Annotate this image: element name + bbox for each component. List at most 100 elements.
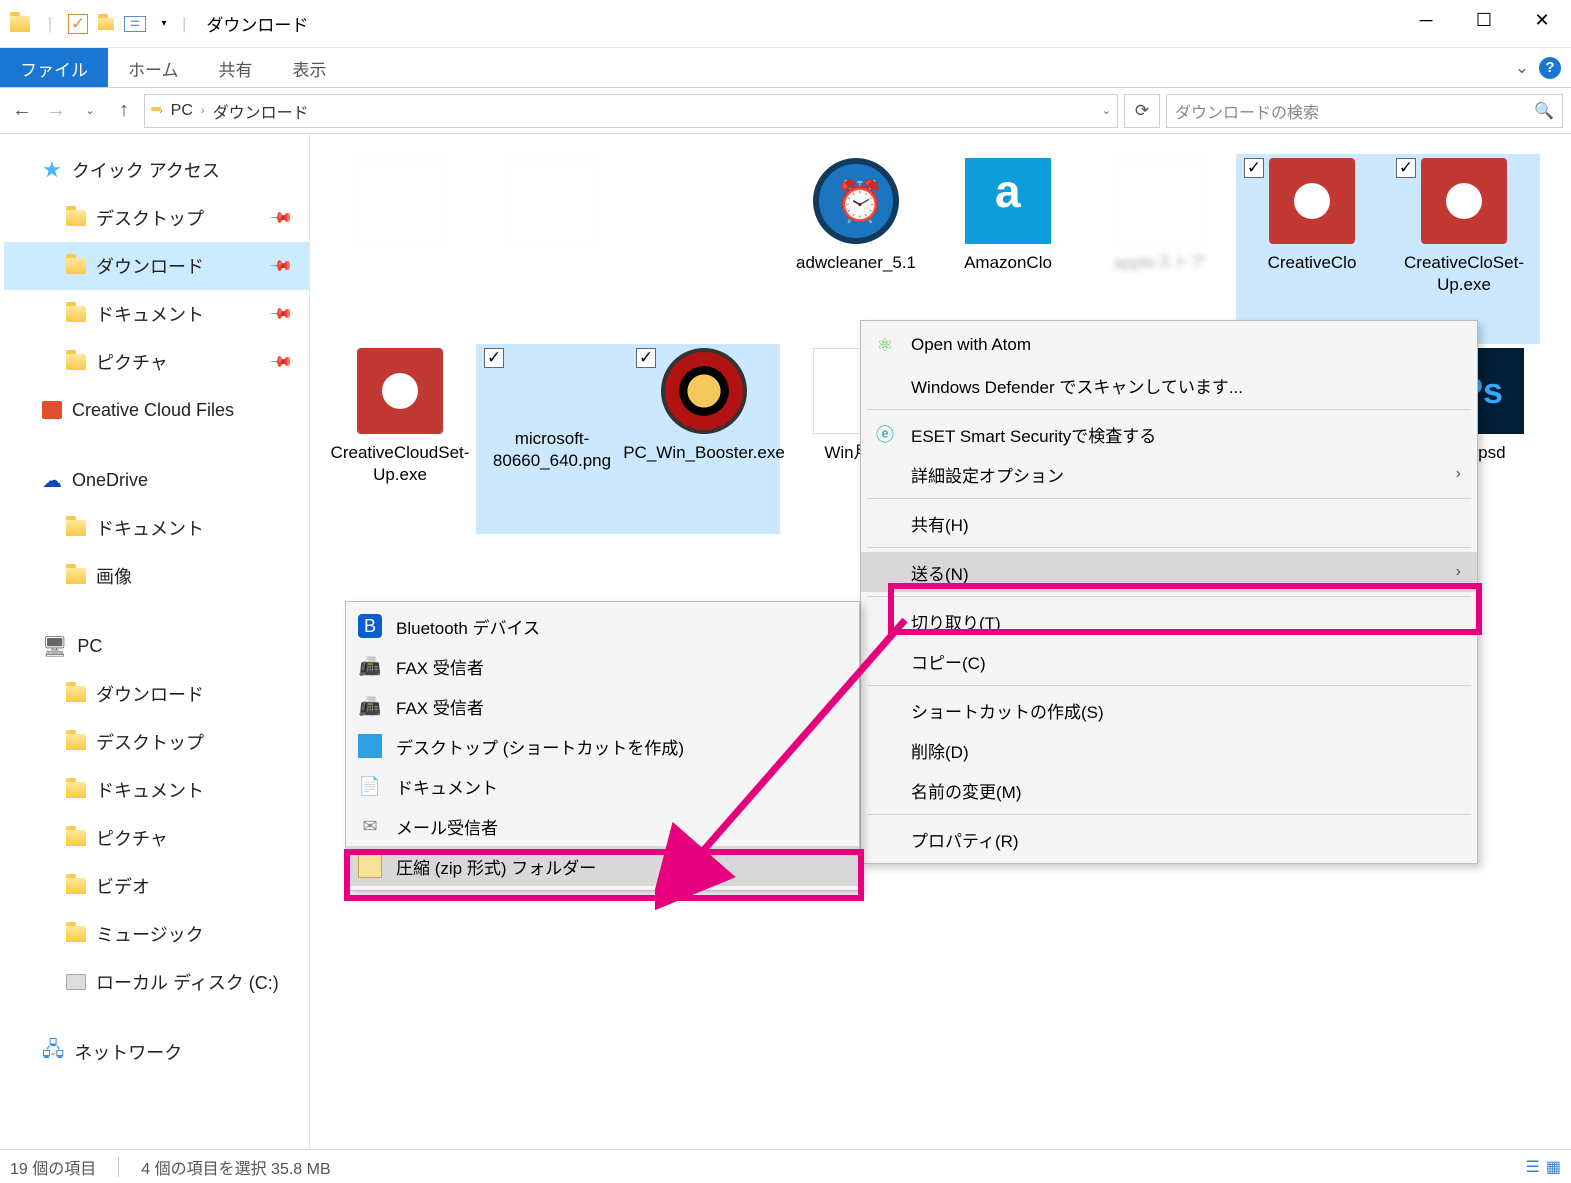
folder-small-icon[interactable] — [94, 12, 118, 36]
breadcrumb-pc[interactable]: PC — [171, 102, 193, 120]
menu-share[interactable]: 共有(H) — [861, 503, 1477, 543]
sidebar-item-network[interactable]: 🖧ネットワーク — [4, 1028, 309, 1076]
submenu-bluetooth[interactable]: BBluetooth デバイス — [346, 606, 859, 646]
sidebar-item-onedrive[interactable]: ☁OneDrive — [4, 456, 309, 504]
chevron-right-icon: › — [1456, 563, 1461, 581]
file-item[interactable]: ✓PC_Win_Booster.exe — [628, 344, 780, 534]
sidebar-item-pc-cdrive[interactable]: ローカル ディスク (C:) — [4, 958, 309, 1006]
tab-share[interactable]: 共有 — [199, 48, 273, 87]
ribbon-chevron-icon[interactable]: ⌄ — [1515, 58, 1529, 78]
sidebar-item-desktop[interactable]: デスクトップ📌 — [4, 194, 309, 242]
sidebar-item-pc-pictures[interactable]: ピクチャ — [4, 814, 309, 862]
search-input[interactable]: ダウンロードの検索 🔍 — [1166, 94, 1563, 128]
menu-open-atom[interactable]: ⚛Open with Atom — [861, 325, 1477, 365]
checkbox-icon[interactable]: ✓ — [1396, 158, 1416, 178]
tab-view[interactable]: 表示 — [273, 48, 347, 87]
sidebar-item-od-documents[interactable]: ドキュメント — [4, 504, 309, 552]
recent-dropdown[interactable]: ⌄ — [76, 97, 104, 125]
file-item[interactable]: AmazonClo — [932, 154, 1084, 344]
sidebar-item-od-images[interactable]: 画像 — [4, 552, 309, 600]
menu-send-to[interactable]: 送る(N)› — [861, 552, 1477, 592]
view-large-icon[interactable]: ▦ — [1546, 1157, 1561, 1177]
menu-delete[interactable]: 削除(D) — [861, 730, 1477, 770]
sidebar-item-quick-access[interactable]: ★クイック アクセス — [4, 146, 309, 194]
menu-defender[interactable]: Windows Defender でスキャンしています... — [861, 365, 1477, 405]
search-icon[interactable]: 🔍 — [1534, 101, 1554, 121]
file-item[interactable] — [476, 154, 628, 344]
submenu-desktop-shortcut[interactable]: デスクトップ (ショートカットを作成) — [346, 726, 859, 766]
folder-icon — [66, 520, 86, 536]
close-button[interactable]: ✕ — [1513, 0, 1571, 40]
tab-home[interactable]: ホーム — [108, 48, 199, 87]
checkbox-icon[interactable]: ✓ — [68, 14, 88, 34]
folder-icon — [66, 210, 86, 226]
submenu-mail[interactable]: ✉メール受信者 — [346, 806, 859, 846]
menu-copy[interactable]: コピー(C) — [861, 641, 1477, 681]
submenu-fax2[interactable]: 📠FAX 受信者 — [346, 686, 859, 726]
ribbon: ファイル ホーム 共有 表示 ⌄ ? — [0, 48, 1571, 88]
up-button[interactable]: ↑ — [110, 97, 138, 125]
sidebar-item-downloads[interactable]: ダウンロード📌 — [4, 242, 309, 290]
sidebar-item-ccfiles[interactable]: Creative Cloud Files — [4, 386, 309, 434]
sidebar-item-pc[interactable]: 🖥PC — [4, 622, 309, 670]
checkbox-icon[interactable]: ✓ — [484, 348, 504, 368]
file-item[interactable]: ✓CreativeCloSet-Up.exe — [1388, 154, 1540, 344]
fax-icon: 📠 — [358, 694, 382, 718]
folder-icon — [66, 686, 86, 702]
sidebar-item-documents[interactable]: ドキュメント📌 — [4, 290, 309, 338]
sidebar-item-pc-documents[interactable]: ドキュメント — [4, 766, 309, 814]
folder-icon — [66, 258, 86, 274]
disk-icon — [66, 974, 86, 990]
file-item[interactable]: appleストア — [1084, 154, 1236, 344]
checkbox-icon[interactable]: ✓ — [636, 348, 656, 368]
sidebar-item-pc-desktop[interactable]: デスクトップ — [4, 718, 309, 766]
adwcleaner-icon — [813, 158, 899, 244]
fax-icon: 📠 — [358, 654, 382, 678]
tab-file[interactable]: ファイル — [0, 48, 108, 87]
file-item[interactable]: ✓CreativeClo — [1236, 154, 1388, 344]
sidebar-item-pc-downloads[interactable]: ダウンロード — [4, 670, 309, 718]
qat-dropdown-icon[interactable]: ▾ — [152, 12, 176, 36]
submenu-documents[interactable]: 📄ドキュメント — [346, 766, 859, 806]
pc-icon: 🖥 — [42, 634, 67, 659]
menu-eset-options[interactable]: 詳細設定オプション› — [861, 454, 1477, 494]
checkbox-icon[interactable]: ✓ — [1244, 158, 1264, 178]
sidebar-item-pc-videos[interactable]: ビデオ — [4, 862, 309, 910]
pin-icon: 📌 — [269, 205, 295, 231]
maximize-button[interactable]: ☐ — [1455, 0, 1513, 40]
separator — [118, 1157, 119, 1177]
refresh-button[interactable]: ⟳ — [1124, 94, 1160, 128]
file-item[interactable]: CreativeCloudSet-Up.exe — [324, 344, 476, 534]
file-item[interactable] — [628, 154, 780, 344]
folder-icon — [66, 568, 86, 584]
file-item[interactable]: adwcleaner_5.1 — [780, 154, 932, 344]
sidebar-item-pictures[interactable]: ピクチャ📌 — [4, 338, 309, 386]
file-item[interactable]: ✓microsoft-80660_640.png — [476, 344, 628, 534]
menu-cut[interactable]: 切り取り(T) — [861, 601, 1477, 641]
chevron-down-icon[interactable]: ⌄ — [1102, 104, 1111, 117]
help-button[interactable]: ? — [1539, 57, 1561, 79]
sidebar-item-pc-music[interactable]: ミュージック — [4, 910, 309, 958]
file-item[interactable] — [324, 154, 476, 344]
status-bar: 19 個の項目 4 個の項目を選択 35.8 MB ☰ ▦ — [0, 1149, 1571, 1183]
status-count: 19 個の項目 — [10, 1155, 96, 1179]
menu-properties[interactable]: プロパティ(R) — [861, 819, 1477, 859]
overflow-icon[interactable]: = — [124, 16, 146, 32]
chevron-icon[interactable]: › — [201, 105, 205, 117]
back-button[interactable]: ← — [8, 97, 36, 125]
breadcrumb-downloads[interactable]: ダウンロード — [213, 99, 309, 123]
breadcrumb[interactable]: › PC › ダウンロード ⌄ — [144, 94, 1118, 128]
menu-eset[interactable]: ⓔESET Smart Securityで検査する — [861, 414, 1477, 454]
minimize-button[interactable]: ─ — [1397, 0, 1455, 40]
pin-icon: 📌 — [269, 349, 295, 375]
forward-button[interactable]: → — [42, 97, 70, 125]
menu-shortcut[interactable]: ショートカットの作成(S) — [861, 690, 1477, 730]
qat-sep: | — [38, 12, 62, 36]
submenu-fax1[interactable]: 📠FAX 受信者 — [346, 646, 859, 686]
thumbnail — [1117, 158, 1203, 244]
quick-access-toolbar: | ✓ = ▾ | — [8, 12, 186, 36]
view-details-icon[interactable]: ☰ — [1526, 1157, 1540, 1177]
menu-rename[interactable]: 名前の変更(M) — [861, 770, 1477, 810]
submenu-zip[interactable]: 圧縮 (zip 形式) フォルダー — [346, 846, 859, 886]
menu-separator — [867, 409, 1471, 410]
